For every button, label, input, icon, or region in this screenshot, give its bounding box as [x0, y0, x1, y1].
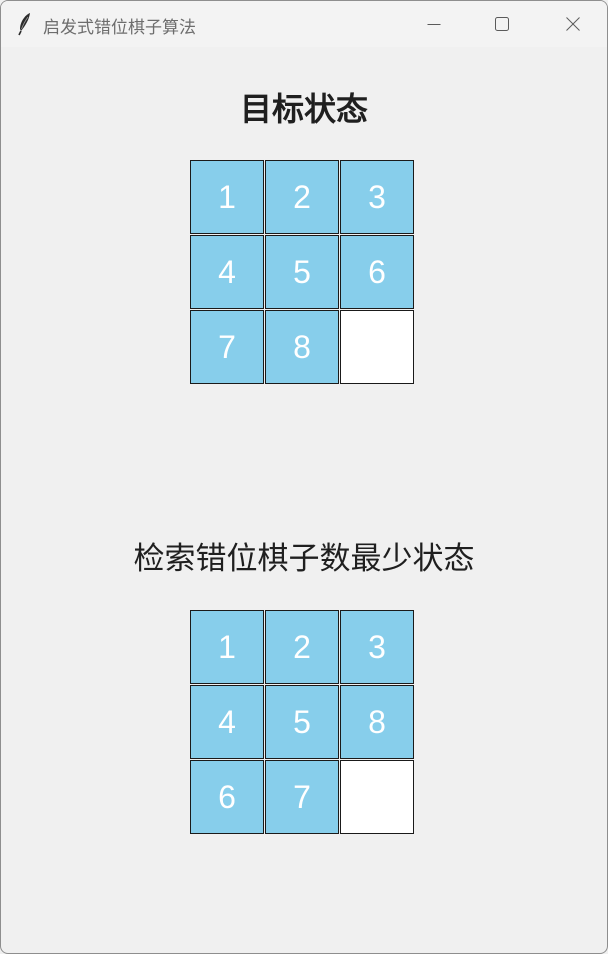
goal-tile: 2: [265, 160, 339, 234]
result-tile: 2: [265, 610, 339, 684]
goal-tile: 5: [265, 235, 339, 309]
result-state-heading: 检索错位棋子数最少状态: [133, 541, 475, 577]
app-window: 启发式错位棋子算法 目标状态 1 2 3 4 5 6 7 8 检索错位棋子数最少…: [0, 0, 608, 954]
goal-tile: 3: [340, 160, 414, 234]
result-tile: 8: [340, 685, 414, 759]
close-icon: [566, 17, 580, 31]
goal-empty-tile: [340, 310, 414, 384]
result-tile: 4: [190, 685, 264, 759]
result-tile: 7: [265, 760, 339, 834]
goal-tile: 6: [340, 235, 414, 309]
goal-tile: 4: [190, 235, 264, 309]
feather-icon: [15, 12, 35, 36]
maximize-button[interactable]: [479, 1, 525, 47]
result-tile: 3: [340, 610, 414, 684]
goal-state-heading: 目标状态: [239, 90, 368, 128]
minimize-icon: [427, 24, 441, 25]
result-tile: 5: [265, 685, 339, 759]
goal-tile: 1: [190, 160, 264, 234]
result-empty-tile: [340, 760, 414, 834]
minimize-button[interactable]: [411, 1, 457, 47]
goal-tile: 8: [265, 310, 339, 384]
close-button[interactable]: [550, 1, 596, 47]
title-bar[interactable]: 启发式错位棋子算法: [1, 1, 607, 47]
result-tile: 6: [190, 760, 264, 834]
goal-state-board: 1 2 3 4 5 6 7 8: [190, 160, 416, 386]
result-tile: 1: [190, 610, 264, 684]
maximize-icon: [495, 17, 509, 31]
window-title: 启发式错位棋子算法: [43, 18, 196, 38]
result-state-board: 1 2 3 4 5 8 6 7: [190, 610, 416, 836]
goal-tile: 7: [190, 310, 264, 384]
